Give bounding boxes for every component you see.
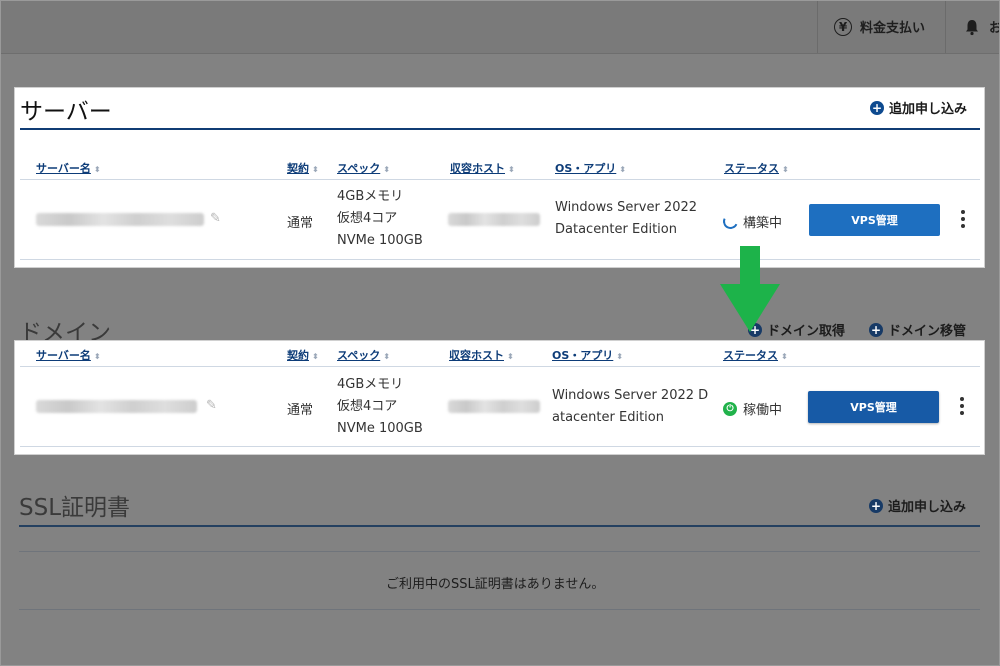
sort-icon: ⬍: [508, 164, 515, 174]
billing-link[interactable]: ¥ 料金支払い: [834, 0, 925, 53]
server-add-label: 追加申し込み: [889, 102, 968, 117]
status-cell: ⏻ 稼働中: [723, 399, 782, 418]
sort-icon: ⬍: [619, 164, 626, 174]
contract-cell: 通常: [287, 403, 314, 418]
host-redacted: [448, 400, 540, 413]
th-server-name[interactable]: サーバー名 ⬍: [36, 160, 101, 176]
ssl-empty-message: ご利用中のSSL証明書はありません。: [386, 577, 605, 592]
th-status[interactable]: ステータス ⬍: [723, 347, 788, 363]
sort-icon: ⬍: [507, 351, 514, 361]
yen-icon: ¥: [834, 17, 852, 36]
table-divider: [20, 179, 980, 180]
sort-icon: ⬍: [781, 351, 788, 361]
server-name-redacted: [36, 213, 204, 226]
top-header: ¥ 料金支払い お: [0, 0, 1000, 54]
sort-icon: ⬍: [616, 351, 623, 361]
th-host[interactable]: 収容ホスト ⬍: [450, 160, 515, 176]
header-divider: [945, 0, 946, 53]
th-server-name[interactable]: サーバー名 ⬍: [36, 347, 101, 363]
th-spec[interactable]: スペック ⬍: [337, 160, 390, 176]
bell-icon: [966, 19, 978, 35]
table-divider: [20, 446, 980, 447]
plus-circle-icon: +: [870, 100, 884, 115]
vps-manage-button[interactable]: VPS管理: [808, 391, 939, 423]
sort-icon: ⬍: [782, 164, 789, 174]
th-status[interactable]: ステータス ⬍: [724, 160, 789, 176]
server-panel-running: サーバー名 ⬍ 契約 ⬍ スペック ⬍ 収容ホスト ⬍ OS・アプリ ⬍ ステータス ⬍ ✎…: [14, 340, 985, 455]
os-cell: Windows Server 2022 D atacenter Edition: [552, 388, 709, 425]
th-contract[interactable]: 契約 ⬍: [287, 347, 319, 363]
arrow-down-icon: [720, 246, 780, 332]
server-section-title: サーバー: [20, 99, 112, 125]
sort-icon: ⬍: [383, 351, 390, 361]
status-cell: 構築中: [720, 211, 782, 232]
sort-icon: ⬍: [93, 164, 101, 174]
contract-cell: 通常: [287, 216, 314, 231]
ssl-section-title: SSL証明書: [19, 495, 131, 521]
sort-icon: ⬍: [312, 351, 319, 361]
table-divider: [19, 551, 980, 552]
host-redacted: [448, 213, 540, 226]
table-divider: [20, 259, 980, 260]
spinner-icon: [720, 211, 741, 232]
plus-circle-icon: +: [869, 498, 883, 513]
pencil-icon[interactable]: ✎: [206, 398, 217, 413]
th-os-app[interactable]: OS・アプリ ⬍: [552, 347, 623, 363]
notice-label: お: [989, 21, 1000, 36]
sort-icon: ⬍: [383, 164, 390, 174]
billing-label: 料金支払い: [860, 21, 926, 36]
pencil-icon[interactable]: ✎: [210, 211, 221, 226]
server-name-redacted: [36, 400, 197, 413]
th-contract[interactable]: 契約 ⬍: [287, 160, 319, 176]
os-cell: Windows Server 2022 Datacenter Edition: [555, 200, 698, 237]
server-panel: サーバー + 追加申し込み サーバー名 ⬍ 契約 ⬍ スペック ⬍ 収容ホスト ⬍ OS…: [14, 87, 985, 268]
sort-icon: ⬍: [312, 164, 319, 174]
table-divider: [19, 609, 980, 610]
section-rule: [19, 525, 980, 527]
domain-transfer-link[interactable]: + ドメイン移管: [869, 320, 966, 339]
notice-link[interactable]: お: [963, 0, 1000, 53]
vps-manage-button[interactable]: VPS管理: [809, 204, 940, 236]
spec-cell: 4GBメモリ 仮想4コア NVMe 100GB: [337, 377, 423, 436]
spec-cell: 4GBメモリ 仮想4コア NVMe 100GB: [337, 189, 423, 248]
header-divider: [817, 0, 818, 53]
power-icon: ⏻: [723, 401, 737, 416]
sort-icon: ⬍: [93, 351, 101, 361]
server-add-link[interactable]: + 追加申し込み: [870, 98, 967, 117]
th-host[interactable]: 収容ホスト ⬍: [449, 347, 514, 363]
th-os-app[interactable]: OS・アプリ ⬍: [555, 160, 626, 176]
more-menu-icon[interactable]: [960, 210, 966, 228]
more-menu-icon[interactable]: [959, 397, 965, 415]
table-divider: [20, 366, 980, 367]
section-rule: [20, 128, 980, 130]
domain-transfer-label: ドメイン移管: [888, 324, 967, 339]
plus-circle-icon: +: [869, 322, 883, 337]
ssl-add-label: 追加申し込み: [888, 500, 967, 515]
th-spec[interactable]: スペック ⬍: [337, 347, 390, 363]
ssl-add-link[interactable]: + 追加申し込み: [869, 496, 966, 515]
